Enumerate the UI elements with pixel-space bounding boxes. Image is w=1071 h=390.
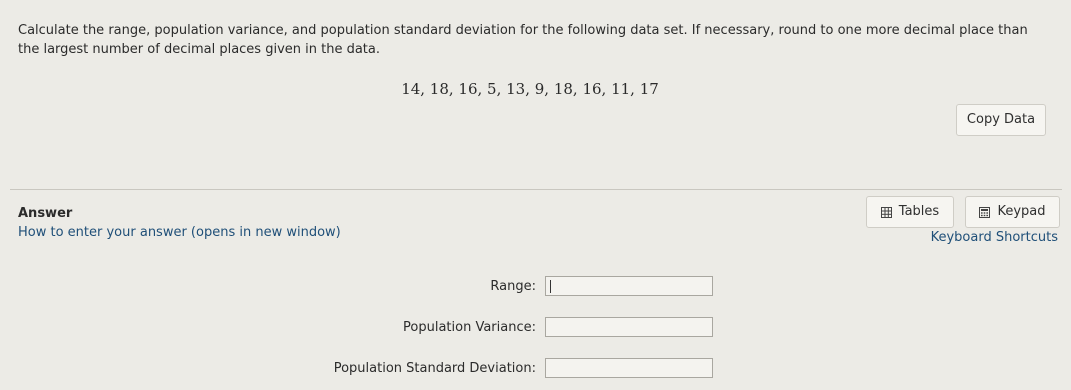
tables-button[interactable]: Tables bbox=[866, 196, 954, 228]
keyboard-shortcuts-link[interactable]: Keyboard Shortcuts bbox=[931, 230, 1058, 245]
population-variance-label: Population Variance: bbox=[403, 320, 536, 335]
copy-data-button[interactable]: Copy Data bbox=[956, 104, 1046, 136]
population-standard-deviation-input[interactable] bbox=[545, 358, 713, 378]
range-label: Range: bbox=[490, 279, 536, 294]
range-input[interactable] bbox=[545, 276, 713, 296]
text-cursor bbox=[550, 280, 551, 293]
answer-heading: Answer bbox=[18, 206, 73, 221]
question-text: Calculate the range, population variance… bbox=[18, 23, 1028, 57]
data-set: 14, 18, 16, 5, 13, 9, 18, 16, 11, 17 bbox=[401, 80, 659, 98]
population-standard-deviation-label: Population Standard Deviation: bbox=[333, 361, 536, 376]
calculator-icon bbox=[979, 206, 991, 218]
table-icon bbox=[880, 206, 892, 218]
tables-button-label: Tables bbox=[898, 204, 940, 219]
keypad-button[interactable]: Keypad bbox=[965, 196, 1060, 228]
how-to-enter-answer-link[interactable]: How to enter your answer (opens in new w… bbox=[18, 225, 341, 240]
population-variance-input[interactable] bbox=[545, 317, 713, 337]
section-divider bbox=[10, 189, 1062, 190]
keypad-button-label: Keypad bbox=[997, 204, 1046, 219]
